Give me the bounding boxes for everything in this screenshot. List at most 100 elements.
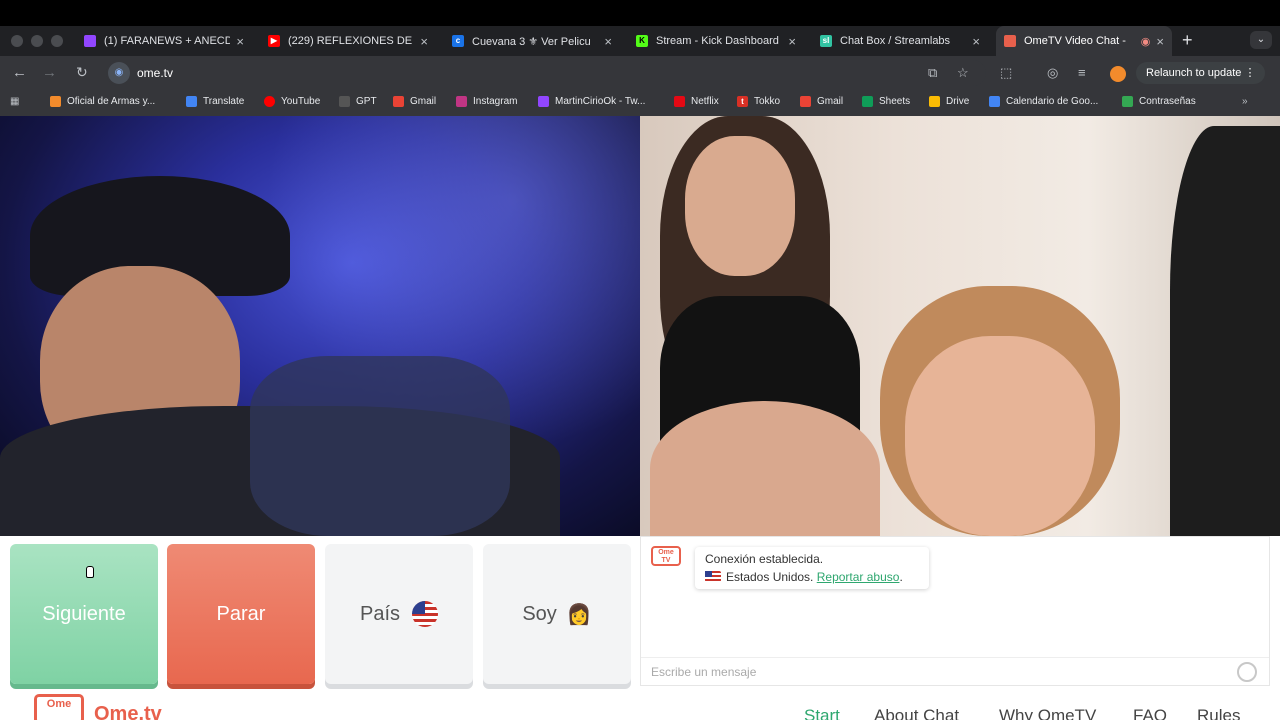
nav-rules[interactable]: Rules [1197,706,1240,720]
tab-title: Cuevana 3 ⚜ Ver Pelicu [472,35,591,48]
tab-streamlabs[interactable]: sl Chat Box / Streamlabs × [812,26,988,56]
next-button[interactable]: Siguiente [10,544,158,684]
calendar-icon [989,96,1000,107]
media-controls-icon[interactable]: ≡ [1078,65,1086,80]
ometv-icon [1004,35,1016,47]
connected-text: Conexión establecida. [705,552,824,566]
bookmark-instagram[interactable]: Instagram [456,96,517,107]
gender-label: Soy [522,602,557,625]
emoji-icon[interactable] [1237,662,1257,682]
gender-button[interactable]: Soy 👩 [483,544,631,684]
chat-panel: Ome TV Conexión establecida. Estados Uni… [640,536,1270,686]
recording-icon: ◉ [1140,35,1151,48]
reload-icon[interactable]: ↻ [76,64,88,81]
address-url[interactable]: ome.tv [137,66,173,80]
close-tab-icon[interactable]: × [604,34,612,49]
message-input[interactable]: Escribe un mensaje [641,657,1269,685]
extensions-icon[interactable]: ⬚ [1000,65,1012,81]
bookmark-armas[interactable]: Oficial de Armas y... [50,96,155,107]
report-abuse-link[interactable]: Reportar abuso [817,570,900,584]
bookmark-label: Gmail [410,96,437,107]
face-shape [650,401,880,536]
cuevana-icon: c [452,35,464,47]
site-info-icon[interactable]: ◉ [108,62,130,84]
bookmark-label: Drive [946,96,970,107]
close-window-icon[interactable] [11,35,23,47]
nav-why-ometv[interactable]: Why OmeTV [999,706,1096,720]
nav-faq[interactable]: FAQ [1133,706,1167,720]
tab-title: Chat Box / Streamlabs [840,35,951,47]
menu-bar [0,0,1280,26]
new-tab-button[interactable]: + [1182,30,1193,51]
tab-faranews[interactable]: (1) FARANEWS + ANECD × [76,26,252,56]
relaunch-button[interactable]: Relaunch to update ⋮ [1136,62,1266,84]
close-tab-icon[interactable]: × [420,34,428,49]
stop-button[interactable]: Parar [167,544,315,684]
translate-icon [186,96,197,107]
bookmark-drive[interactable]: Drive [929,96,969,107]
forward-icon[interactable]: → [42,64,57,81]
bookmark-star-icon[interactable]: ☆ [957,65,969,81]
country-button[interactable]: País [325,544,473,684]
drive-icon [929,96,940,107]
bookmark-tokko[interactable]: t Tokko [737,96,780,107]
tab-search-button[interactable]: ⌄ [1250,31,1272,49]
back-icon[interactable]: ← [12,64,27,81]
next-label: Siguiente [42,602,126,625]
tab-ometv[interactable]: OmeTV Video Chat - ◉ × [996,26,1172,56]
more-bookmarks-icon[interactable]: » [1242,96,1248,107]
tab-title: Stream - Kick Dashboard [656,35,779,47]
tab-strip: (1) FARANEWS + ANECD × ▶ (229) REFLEXION… [0,26,1280,56]
close-tab-icon[interactable]: × [972,34,980,49]
profile-avatar[interactable] [1110,66,1126,82]
us-flag-icon [412,601,439,627]
youtube-icon: ▶ [268,35,280,47]
bookmark-label: Translate [203,96,245,107]
youtube-icon [264,96,275,107]
bookmark-twitch[interactable]: MartinCirioOk - Tw... [538,96,645,107]
message-placeholder: Escribe un mensaje [651,665,757,679]
nav-start[interactable]: Start [804,706,840,720]
brand-name[interactable]: Ome.tv [94,703,162,720]
ometv-logo[interactable]: Ome [34,694,84,720]
close-tab-icon[interactable]: × [788,34,796,49]
close-tab-icon[interactable]: × [236,34,244,49]
gmail-icon [800,96,811,107]
passwords-icon [1122,96,1133,107]
face-shape [685,136,795,276]
bookmark-calendar[interactable]: Calendario de Goo... [989,96,1098,107]
bookmark-label: Sheets [879,96,911,107]
apps-grid-icon[interactable]: ▦ [10,96,19,107]
bookmark-translate[interactable]: Translate [186,96,244,107]
bookmark-passwords[interactable]: Contraseñas [1122,96,1196,107]
us-flag-icon [705,571,721,582]
nav-about-chat[interactable]: About Chat [874,706,959,720]
bookmark-gmail-2[interactable]: Gmail [800,96,843,107]
cast-icon[interactable]: ⧉ [928,65,937,81]
kick-icon: K [636,35,648,47]
bookmark-netflix[interactable]: Netflix [674,96,719,107]
bookmarks-bar: ▦ Oficial de Armas y... Translate YouTub… [0,90,1280,116]
system-message: Conexión establecida. Estados Unidos. Re… [695,547,929,589]
ometv-logo-text: Ome TV [658,549,674,564]
bookmark-youtube[interactable]: YouTube [264,96,320,107]
netflix-icon [674,96,685,107]
minimize-window-icon[interactable] [31,35,43,47]
tab-cuevana[interactable]: c Cuevana 3 ⚜ Ver Pelicu × [444,26,620,56]
performance-icon[interactable]: ◎ [1047,65,1058,81]
stop-label: Parar [216,602,266,625]
bookmark-gmail[interactable]: Gmail [393,96,436,107]
bookmark-gpt[interactable]: GPT [339,96,377,107]
ometv-page: Siguiente Parar País Soy 👩 Ome TV Conexió… [0,116,1280,720]
mouse-cursor [86,566,94,578]
tab-reflexiones[interactable]: ▶ (229) REFLEXIONES DE × [260,26,436,56]
address-bar[interactable] [106,60,986,86]
twitch-icon [538,96,549,107]
close-tab-icon[interactable]: × [1156,34,1164,49]
tab-kick[interactable]: K Stream - Kick Dashboard × [628,26,804,56]
maximize-window-icon[interactable] [51,35,63,47]
bookmark-label: Contraseñas [1139,96,1196,107]
logo-text: Ome [46,698,72,710]
tab-title: OmeTV Video Chat - [1024,35,1126,47]
bookmark-sheets[interactable]: Sheets [862,96,910,107]
